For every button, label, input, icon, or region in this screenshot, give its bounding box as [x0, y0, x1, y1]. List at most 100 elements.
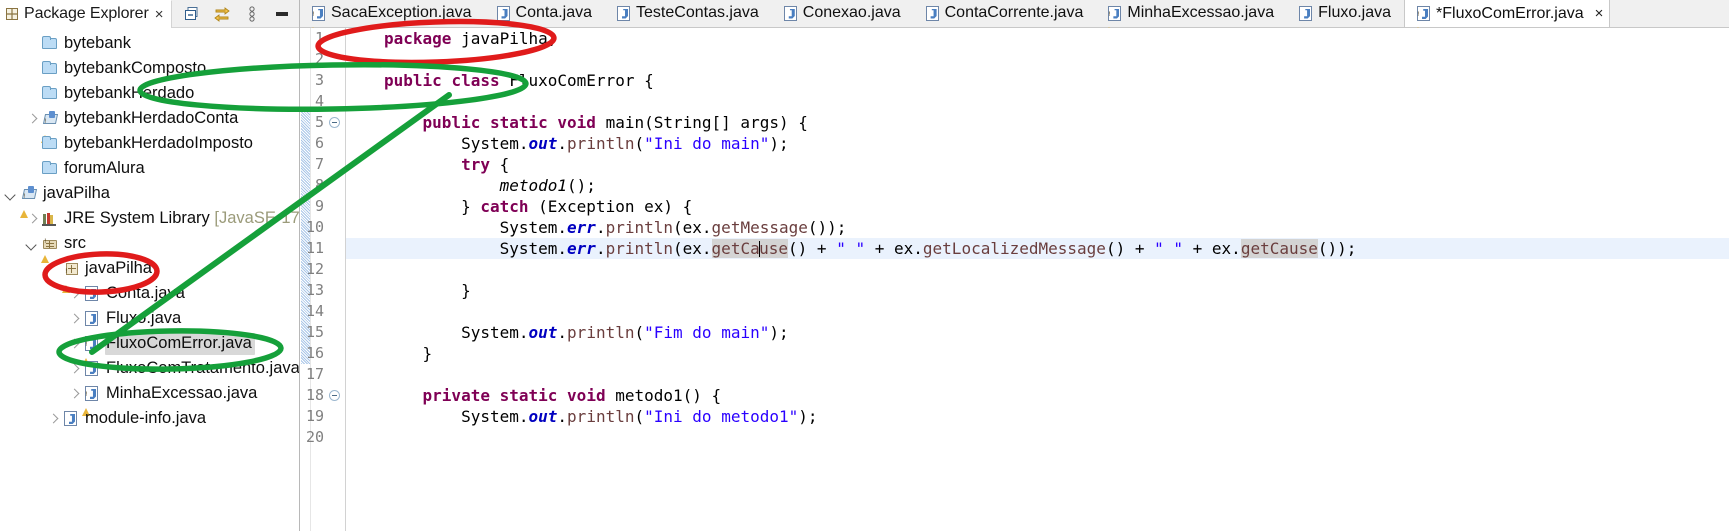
collapse-all-icon[interactable]: [183, 5, 201, 23]
code-line-10[interactable]: System.err.println(ex.getMessage());: [346, 217, 847, 238]
tree-item-src[interactable]: src: [0, 231, 299, 263]
java-file-warning-icon: [1414, 5, 1431, 35]
chevron-right-icon[interactable]: [46, 412, 60, 426]
editor-tab-label: Conta.java: [515, 4, 593, 21]
line-number: 2: [314, 50, 324, 68]
tree-item-label: bytebank: [64, 33, 131, 52]
code-line-18[interactable]: private static void metodo1() {: [346, 385, 722, 406]
tree-item-bytebank[interactable]: bytebank: [0, 31, 299, 56]
folder-icon: [41, 135, 59, 152]
code-line-16[interactable]: }: [346, 343, 433, 364]
link-with-editor-icon[interactable]: [213, 5, 231, 23]
tree-item-label: javaPilha: [85, 258, 152, 277]
editor-tab-fluxocomerror-java[interactable]: *FluxoComError.java ×: [1404, 0, 1611, 35]
line-number: 18: [305, 386, 324, 404]
tree-item-javapilha[interactable]: javaPilha: [0, 181, 299, 218]
line-number: 12: [305, 260, 324, 278]
close-icon[interactable]: ×: [1589, 5, 1604, 22]
line-number: 6: [314, 134, 324, 152]
line-number: 17: [305, 365, 324, 383]
editor-tab-testecontas-java[interactable]: TesteContas.java: [605, 0, 772, 27]
close-icon[interactable]: ×: [153, 7, 166, 22]
chevron-right-icon[interactable]: [25, 212, 39, 226]
editor-tab-conexao-java[interactable]: Conexao.java: [771, 0, 914, 27]
code-line-11[interactable]: System.err.println(ex.getCause() + " " +…: [346, 238, 1356, 259]
code-line-14[interactable]: [346, 301, 384, 322]
chevron-right-icon[interactable]: [67, 287, 81, 301]
code-editor[interactable]: 1 2 3 4 5 6 7 8 9 10 11 12 13 14 15 16 17 18 19 20 package …: [300, 28, 1729, 531]
code-line-12[interactable]: [346, 259, 384, 280]
folder-icon: [41, 85, 59, 102]
editor-tab-contacorrente-java[interactable]: ContaCorrente.java: [913, 0, 1097, 27]
chevron-down-icon[interactable]: [25, 237, 39, 251]
tree-item-fluxocomerror-java[interactable]: FluxoComError.java: [0, 331, 299, 366]
chevron-right-icon[interactable]: [67, 337, 81, 351]
tree-item-fluxocomtratamento-java[interactable]: FluxoComTratamento.java: [0, 356, 299, 381]
tree-item-bytebankherdadoimposto[interactable]: bytebankHerdadoImposto: [0, 131, 299, 156]
code-line-20[interactable]: [346, 427, 384, 448]
editor-tab-label: SacaException.java: [331, 4, 472, 21]
code-line-4[interactable]: [346, 91, 384, 112]
line-number: 8: [314, 176, 324, 194]
tree-item-label: bytebankHerdado: [64, 83, 195, 102]
editor-tab-conta-java[interactable]: Conta.java: [484, 0, 606, 27]
tree-item-module-info-java[interactable]: module-info.java: [0, 406, 299, 431]
chevron-right-icon[interactable]: [67, 387, 81, 401]
java-file-warning-icon: [82, 385, 101, 416]
tree-item-label: FluxoComError.java: [105, 332, 255, 355]
code-line-8[interactable]: metodo1();: [346, 175, 596, 196]
view-menu-icon[interactable]: [243, 5, 261, 23]
code-line-13[interactable]: }: [346, 280, 471, 301]
line-number: 14: [305, 302, 324, 320]
tree-item-forumalura[interactable]: forumAlura: [0, 156, 299, 181]
line-number: 10: [305, 218, 324, 236]
java-file-icon: [83, 310, 101, 327]
code-line-7[interactable]: try {: [346, 154, 509, 175]
fold-collapse-icon[interactable]: [328, 385, 341, 406]
package-explorer-toolbar: [183, 5, 299, 23]
editor-tab-bar[interactable]: SacaException.java Conta.java TesteContas.…: [300, 0, 1729, 35]
source-folder-icon: [41, 235, 59, 263]
chevron-right-icon[interactable]: [67, 362, 81, 376]
minimize-icon[interactable]: [273, 5, 291, 23]
code-line-5[interactable]: public static void main(String[] args) {: [346, 112, 808, 133]
fold-collapse-icon[interactable]: [328, 112, 341, 133]
tree-item-bytebankherdadoconta[interactable]: bytebankHerdadoConta: [0, 106, 299, 143]
editor-area: SacaException.java Conta.java TesteContas.…: [300, 0, 1729, 531]
code-line-3[interactable]: public class FluxoComError {: [346, 70, 654, 91]
editor-tab-minhaexcessao-java[interactable]: MinhaExcessao.java: [1096, 0, 1288, 35]
code-line-17[interactable]: [346, 364, 384, 385]
editor-tab-fluxo-java[interactable]: Fluxo.java: [1287, 0, 1405, 27]
tree-item-conta-java[interactable]: Conta.java: [0, 281, 299, 306]
java-file-icon: [782, 5, 798, 22]
tree-item-jre-system-library[interactable]: JRE System Library [JavaSE-17]: [0, 206, 299, 231]
package-explorer-tree[interactable]: bytebank bytebankComposto bytebankHerdado b…: [0, 28, 299, 531]
code-line-2[interactable]: [346, 49, 384, 70]
text-caret: [758, 241, 760, 257]
chevron-right-icon[interactable]: [67, 312, 81, 326]
code-line-6[interactable]: System.out.println("Ini do main");: [346, 133, 789, 154]
code-lines[interactable]: package javaPilha; public class FluxoComE…: [346, 28, 1729, 531]
code-line-9[interactable]: } catch (Exception ex) {: [346, 196, 692, 217]
java-project-icon: [20, 185, 38, 218]
code-line-1[interactable]: package javaPilha;: [346, 28, 557, 49]
tree-item-label: module-info.java: [85, 408, 207, 427]
chevron-down-icon[interactable]: [4, 187, 18, 201]
tree-item-label: forumAlura: [64, 158, 145, 177]
code-line-15[interactable]: System.out.println("Fim do main");: [346, 322, 789, 343]
tree-item-bytebankherdado[interactable]: bytebankHerdado: [0, 81, 299, 106]
line-number: 13: [305, 281, 324, 299]
java-file-warning-icon: [1105, 5, 1122, 35]
package-explorer-tab[interactable]: Package Explorer ×: [0, 0, 173, 28]
chevron-right-icon[interactable]: [25, 112, 39, 126]
java-file-icon: [62, 410, 80, 427]
tree-item-label: javaPilha: [43, 183, 110, 202]
code-line-19[interactable]: System.out.println("Ini do metodo1");: [346, 406, 817, 427]
tree-item-fluxo-java[interactable]: Fluxo.java: [0, 306, 299, 331]
tree-item-label: bytebankHerdadoImposto: [64, 133, 253, 152]
editor-tab-sacaexception-java[interactable]: SacaException.java: [300, 0, 485, 35]
tree-item-minhaexcessao-java[interactable]: MinhaExcessao.java: [0, 381, 299, 416]
tree-item-javapilha[interactable]: javaPilha: [0, 256, 299, 293]
tree-item-bytebankcomposto[interactable]: bytebankComposto: [0, 56, 299, 81]
